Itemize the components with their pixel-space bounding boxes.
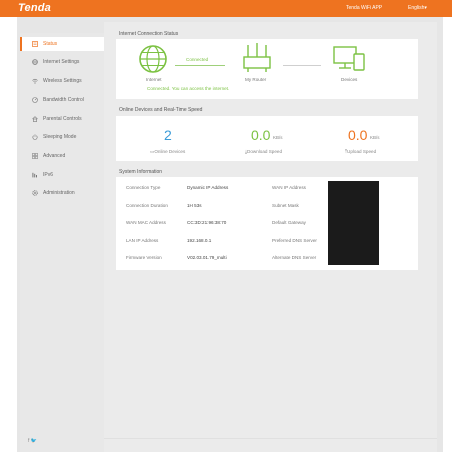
sidebar-item-label: Bandwidth Control xyxy=(43,97,84,103)
sidebar-item-label: Wireless Settings xyxy=(43,78,82,84)
sidebar-item-status[interactable]: Status xyxy=(20,37,104,51)
footer-divider xyxy=(104,438,437,439)
devices-icon xyxy=(333,46,365,71)
internet-router-link xyxy=(175,65,225,66)
default-gateway-label: Default Gateway xyxy=(272,220,306,225)
parental-icon xyxy=(32,116,38,122)
alternate-dns-label: Alternate DNS Server xyxy=(272,255,317,260)
ipv6-icon xyxy=(32,172,38,178)
internet-label: Internet xyxy=(146,77,162,82)
internet-globe-icon xyxy=(139,45,167,73)
grid-icon xyxy=(32,153,38,159)
sidebar-item-label: Status xyxy=(43,41,58,47)
tenda-logo: Tenda xyxy=(18,2,51,14)
connection-duration-label: Connection Duration xyxy=(126,203,168,208)
router-devices-link xyxy=(283,65,321,66)
internet-status-title: Internet Connection Status xyxy=(119,31,179,37)
sidebar-item-administration[interactable]: Administration xyxy=(20,186,104,200)
sidebar: Status Internet Settings Wireless Settin… xyxy=(20,33,104,452)
router-icon xyxy=(243,43,271,72)
language-select[interactable]: English▾ xyxy=(408,5,427,11)
lan-ip-label: LAN IP Address xyxy=(126,238,159,243)
sidebar-item-parental-controls[interactable]: Parental Controls xyxy=(20,112,104,126)
wan-ip-label: WAN IP Address xyxy=(272,185,306,190)
speedometer-icon xyxy=(32,97,38,103)
connection-message: Connected. You can access the internet. xyxy=(147,86,230,91)
online-devices-caption: ▭Online Devices xyxy=(150,149,186,154)
download-speed-unit: KB/s xyxy=(273,135,283,140)
globe-icon xyxy=(32,59,38,65)
router-label: My Router xyxy=(245,77,267,82)
social-links[interactable]: f 🐦 xyxy=(28,438,37,444)
upload-speed-caption: ⤒Upload Speed xyxy=(345,149,377,154)
download-speed-caption: ⤓Download Speed xyxy=(245,149,283,154)
sidebar-item-label: Sleeping Mode xyxy=(43,134,77,140)
preferred-dns-label: Preferred DNS Server xyxy=(272,238,317,243)
sidebar-item-label: Internet Settings xyxy=(43,59,80,65)
lan-ip-value: 192.168.0.1 xyxy=(187,238,212,243)
sidebar-item-internet-settings[interactable]: Internet Settings xyxy=(20,55,104,69)
download-speed-value: 0.0 xyxy=(251,127,271,143)
speed-title: Online Devices and Real-Time Speed xyxy=(119,107,203,113)
status-icon xyxy=(32,41,38,47)
connected-label: Connected xyxy=(186,57,209,62)
sidebar-item-ipv6[interactable]: IPv6 xyxy=(20,168,104,182)
sidebar-item-bandwidth-control[interactable]: Bandwidth Control xyxy=(20,93,104,107)
sidebar-item-sleeping-mode[interactable]: Sleeping Mode xyxy=(20,130,104,144)
upload-speed-value: 0.0 xyxy=(348,127,368,143)
redacted-values-box xyxy=(328,181,379,265)
wan-mac-label: WAN MAC Address xyxy=(126,220,166,225)
sidebar-item-label: Advanced xyxy=(43,153,66,159)
sidebar-item-label: Administration xyxy=(43,190,75,196)
upload-speed-unit: KB/s xyxy=(370,135,380,140)
system-info-title: System Information xyxy=(119,169,163,175)
wifi-icon xyxy=(32,78,38,84)
top-bar: Tenda Tenda WiFi APP English▾ xyxy=(0,0,452,17)
sidebar-item-label: Parental Controls xyxy=(43,116,82,122)
sidebar-item-wireless-settings[interactable]: Wireless Settings xyxy=(20,74,104,88)
connection-duration-value: 1H 53s xyxy=(187,203,202,208)
devices-label: Devices xyxy=(341,77,358,82)
sidebar-item-label: IPv6 xyxy=(43,172,54,178)
sidebar-item-advanced[interactable]: Advanced xyxy=(20,149,104,163)
wan-mac-value: CC:3D:21:96:38:70 xyxy=(187,220,227,225)
connection-type-label: Connection Type xyxy=(126,185,161,190)
gear-icon xyxy=(32,190,38,196)
online-devices-count: 2 xyxy=(164,127,172,143)
power-icon xyxy=(32,134,38,140)
app-link[interactable]: Tenda WiFi APP xyxy=(346,5,382,11)
firmware-version-value: V02.03.01.79_multi xyxy=(187,255,227,260)
connection-type-value: Dynamic IP Address xyxy=(187,185,229,190)
subnet-mask-label: Subnet Mask xyxy=(272,203,299,208)
firmware-version-label: Firmware Version xyxy=(126,255,162,260)
